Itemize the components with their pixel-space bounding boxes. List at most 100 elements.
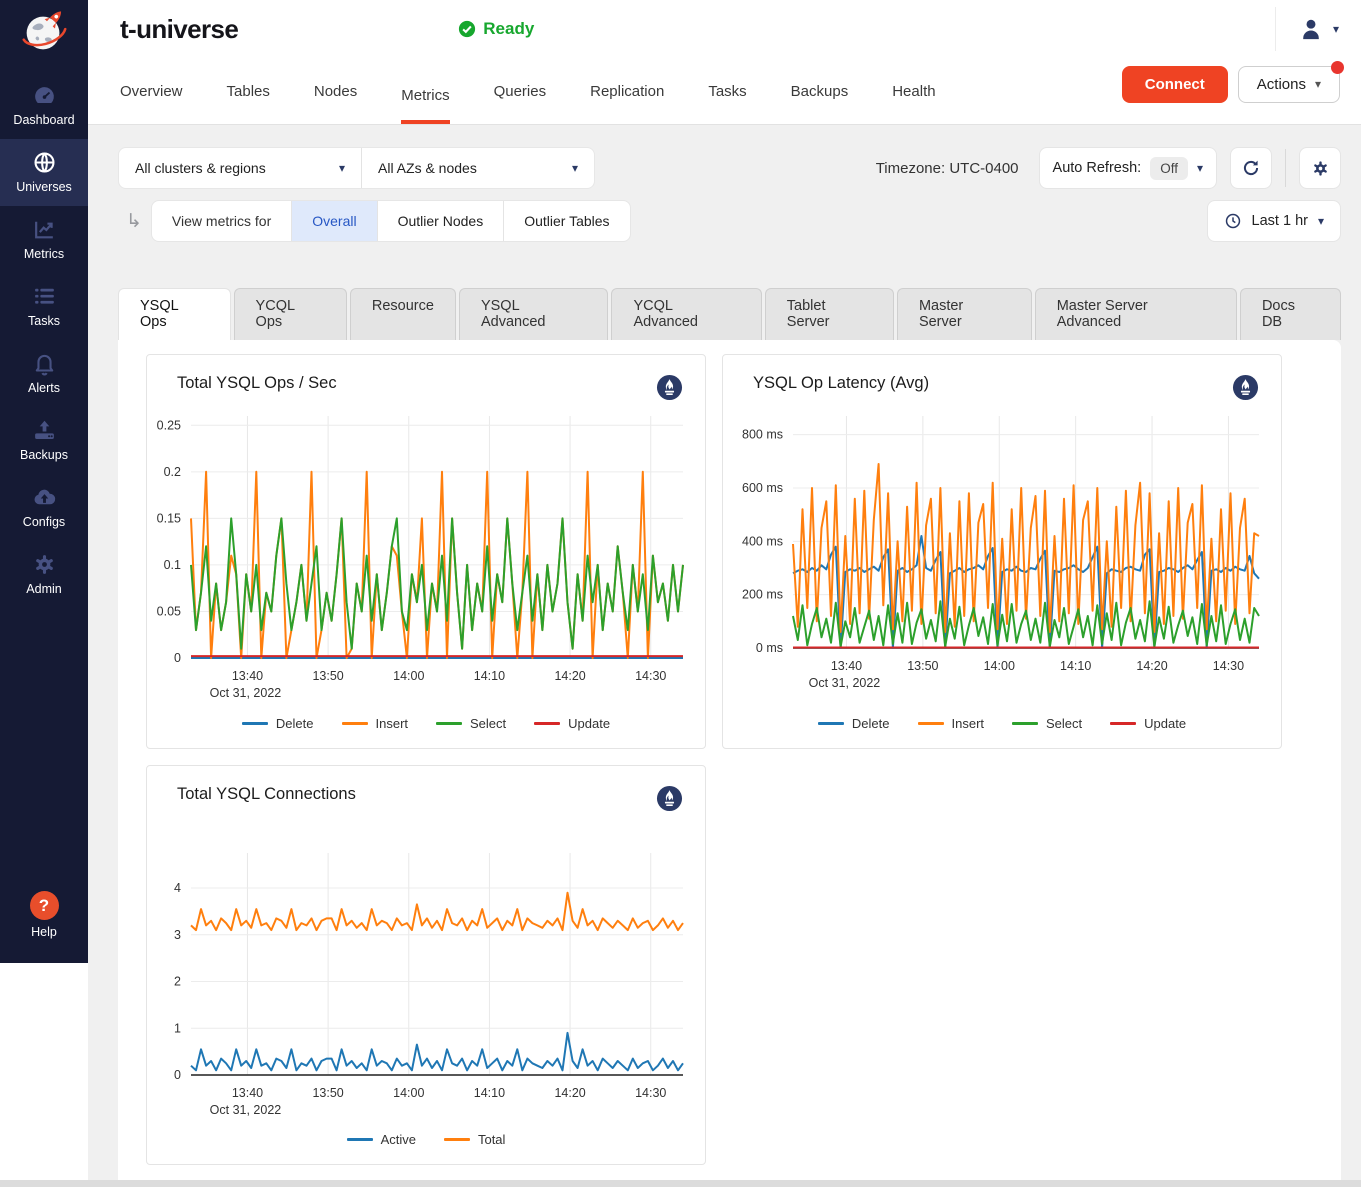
legend-item-delete[interactable]: Delete xyxy=(818,716,890,731)
chevron-down-icon: ▾ xyxy=(572,161,578,175)
y-tick-label: 0.05 xyxy=(157,604,181,618)
sidebar-item-configs[interactable]: Configs xyxy=(0,474,88,541)
metric-tab-master-server[interactable]: Master Server xyxy=(897,288,1032,340)
tab-tables[interactable]: Tables xyxy=(227,83,270,124)
prometheus-icon[interactable] xyxy=(656,785,683,817)
connect-button[interactable]: Connect xyxy=(1122,66,1228,103)
sidebar-item-tasks[interactable]: Tasks xyxy=(0,273,88,340)
series-line-insert xyxy=(793,464,1259,632)
y-tick-label: 0.1 xyxy=(164,558,181,572)
prometheus-icon[interactable] xyxy=(656,374,683,406)
y-tick-label: 3 xyxy=(174,928,181,942)
legend-swatch xyxy=(818,722,844,725)
tab-backups[interactable]: Backups xyxy=(791,83,849,124)
chevron-down-icon: ▾ xyxy=(1197,161,1203,175)
y-tick-label: 600 ms xyxy=(742,481,783,495)
x-tick-label: 13:50 xyxy=(312,1086,343,1100)
legend-label: Update xyxy=(1144,716,1186,731)
status-text: Ready xyxy=(483,19,534,39)
actions-button[interactable]: Actions ▾ xyxy=(1238,66,1340,103)
chart-title: Total YSQL Connections xyxy=(177,785,356,804)
y-tick-label: 0 xyxy=(174,651,181,665)
metric-tab-ycql-advanced[interactable]: YCQL Advanced xyxy=(611,288,761,340)
y-tick-label: 0.15 xyxy=(157,511,181,525)
sidebar: Dashboard Universes Metrics Tasks Alerts… xyxy=(0,0,88,963)
x-tick-label: 14:20 xyxy=(554,1086,585,1100)
x-tick-label: 14:00 xyxy=(393,1086,424,1100)
tasks-list-icon xyxy=(32,283,57,309)
legend-swatch xyxy=(242,722,268,725)
chevron-down-icon: ▾ xyxy=(1333,22,1339,36)
legend-item-update[interactable]: Update xyxy=(534,716,610,731)
sidebar-item-admin[interactable]: Admin xyxy=(0,541,88,608)
sidebar-item-universes[interactable]: Universes xyxy=(0,139,88,206)
metric-tab-ysql-advanced[interactable]: YSQL Advanced xyxy=(459,288,609,340)
metric-tab-master-server-advanced[interactable]: Master Server Advanced xyxy=(1035,288,1237,340)
legend-item-select[interactable]: Select xyxy=(1012,716,1082,731)
sidebar-item-backups[interactable]: Backups xyxy=(0,407,88,474)
view-option-outlier-tables[interactable]: Outlier Tables xyxy=(503,201,629,241)
x-tick-label: 13:40 xyxy=(232,1086,263,1100)
x-tick-label: 14:10 xyxy=(474,669,505,683)
metric-tab-docs-db[interactable]: Docs DB xyxy=(1240,288,1341,340)
settings-button[interactable] xyxy=(1299,147,1341,189)
metric-tab-tablet-server[interactable]: Tablet Server xyxy=(765,288,894,340)
x-tick-label: 13:40 xyxy=(232,669,263,683)
dashboard-icon xyxy=(32,82,57,108)
tab-nodes[interactable]: Nodes xyxy=(314,83,357,124)
metric-tab-ycql-ops[interactable]: YCQL Ops xyxy=(234,288,347,340)
tab-health[interactable]: Health xyxy=(892,83,935,124)
auto-refresh-control[interactable]: Auto Refresh: Off ▾ xyxy=(1039,147,1217,189)
legend-item-active[interactable]: Active xyxy=(347,1132,416,1147)
legend-item-insert[interactable]: Insert xyxy=(918,716,985,731)
view-option-outlier-nodes[interactable]: Outlier Nodes xyxy=(377,201,504,241)
legend-label: Insert xyxy=(376,716,409,731)
tab-replication[interactable]: Replication xyxy=(590,83,664,124)
chart-card-total-ysql-connections: Total YSQL Connections 13:40 Oct 31, 2022… xyxy=(146,765,706,1165)
x-tick-label: 14:20 xyxy=(554,669,585,683)
legend-swatch xyxy=(918,722,944,725)
hook-arrow-icon: ↳ xyxy=(126,210,142,233)
tab-tasks[interactable]: Tasks xyxy=(708,83,746,124)
y-tick-label: 1 xyxy=(174,1021,181,1035)
time-range-select[interactable]: Last 1 hr ▾ xyxy=(1207,200,1341,242)
sidebar-item-help[interactable]: ? Help xyxy=(30,891,59,939)
sidebar-item-dashboard[interactable]: Dashboard xyxy=(0,72,88,139)
chart-title: Total YSQL Ops / Sec xyxy=(177,374,337,393)
legend-swatch xyxy=(342,722,368,725)
help-icon: ? xyxy=(30,891,59,920)
user-menu[interactable]: ▾ xyxy=(1275,7,1361,51)
sidebar-item-metrics[interactable]: Metrics xyxy=(0,206,88,273)
chart-legend: Active Total xyxy=(147,1132,705,1164)
legend-item-insert[interactable]: Insert xyxy=(342,716,409,731)
legend-item-update[interactable]: Update xyxy=(1110,716,1186,731)
legend-item-delete[interactable]: Delete xyxy=(242,716,314,731)
chart-canvas[interactable]: 13:40Oct 31, 202213:5014:0014:1014:2014:… xyxy=(147,845,705,1121)
refresh-button[interactable] xyxy=(1230,147,1272,189)
chart-canvas[interactable]: 13:40Oct 31, 202213:5014:0014:1014:2014:… xyxy=(723,408,1281,696)
y-tick-label: 4 xyxy=(174,881,181,895)
tab-queries[interactable]: Queries xyxy=(494,83,547,124)
metric-tab-ysql-ops[interactable]: YSQL Ops xyxy=(118,288,231,340)
az-node-select[interactable]: All AZs & nodes ▾ xyxy=(362,148,594,188)
y-tick-label: 2 xyxy=(174,975,181,989)
series-line-total xyxy=(191,893,683,930)
legend-item-select[interactable]: Select xyxy=(436,716,506,731)
chart-plot: 13:40Oct 31, 202213:5014:0014:1014:2014:… xyxy=(147,845,692,1121)
view-metrics-segment: View metrics for Overall Outlier Nodes O… xyxy=(151,200,631,242)
divider xyxy=(1285,149,1286,187)
status-badge: Ready xyxy=(458,19,534,39)
app-logo-icon[interactable] xyxy=(17,5,71,64)
cluster-region-select[interactable]: All clusters & regions ▾ xyxy=(119,148,362,188)
legend-label: Delete xyxy=(852,716,890,731)
legend-item-total[interactable]: Total xyxy=(444,1132,505,1147)
metric-tab-resource[interactable]: Resource xyxy=(350,288,456,340)
chart-card-ysql-op-latency: YSQL Op Latency (Avg) 13:40Oct 31, 20221… xyxy=(722,354,1282,749)
x-axis-date-label: Oct 31, 2022 xyxy=(210,1103,282,1117)
tab-metrics[interactable]: Metrics xyxy=(401,87,449,124)
chart-canvas[interactable]: 13:40Oct 31, 202213:5014:0014:1014:2014:… xyxy=(147,408,705,704)
prometheus-icon[interactable] xyxy=(1232,374,1259,406)
view-option-overall[interactable]: Overall xyxy=(291,201,376,241)
sidebar-item-alerts[interactable]: Alerts xyxy=(0,340,88,407)
tab-overview[interactable]: Overview xyxy=(120,83,183,124)
